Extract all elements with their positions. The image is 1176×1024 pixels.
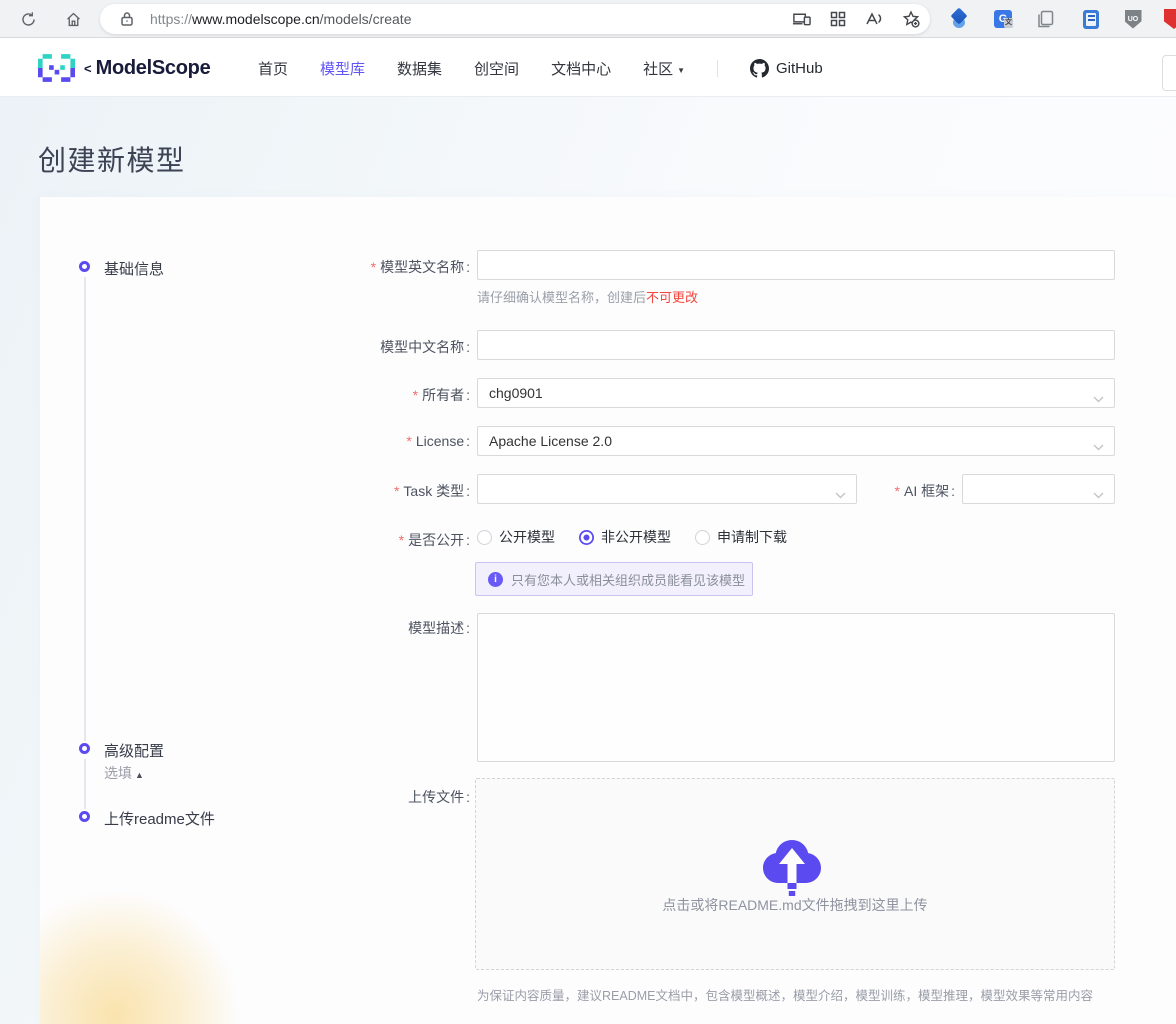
shield-extension-icon[interactable]: UO [1122,8,1144,30]
page-title: 创建新模型 [38,139,186,179]
model-name-zh-input[interactable] [477,330,1115,360]
extension-diamond-icon[interactable] [948,8,970,30]
nav-home[interactable]: 首页 [258,58,288,79]
step-upload-readme[interactable]: 上传readme文件 [104,808,215,829]
nav-divider [717,60,718,77]
license-select[interactable]: Apache License 2.0 [477,426,1115,456]
step-connector-line [84,759,86,809]
label-upload-file: 上传文件 [230,787,470,807]
decorative-blob [40,885,245,1024]
radio-request-download[interactable]: 申请制下载 [695,527,787,547]
radio-checked-icon [579,530,594,545]
chevron-down-icon [1093,486,1104,502]
step-advanced-toggle[interactable]: 选填▲ [104,763,144,783]
label-model-name-en: 模型英文名称 [230,257,470,277]
url-text: https://www.modelscope.cn/models/create [150,4,411,34]
info-icon: i [488,572,503,587]
step-connector-line [84,277,86,741]
reload-icon[interactable] [17,8,39,30]
home-icon[interactable] [62,8,84,30]
step-basic-info[interactable]: 基础信息 [104,258,164,279]
label-license: License [230,433,470,449]
chevron-down-icon [1093,438,1104,454]
lock-icon[interactable] [120,11,134,32]
nav-github[interactable]: GitHub [750,59,823,78]
red-extension-icon[interactable] [1163,8,1176,30]
nav-community[interactable]: 社区▼ [643,58,685,79]
owner-select[interactable]: chg0901 [477,378,1115,408]
chevron-down-icon [1093,390,1104,406]
radio-icon [477,530,492,545]
brand-caret: < [84,61,92,76]
label-ai-framework: AI 框架 [795,481,955,501]
browser-toolbar: https://www.modelscope.cn/models/create [0,0,1176,38]
nav-studios[interactable]: 创空间 [474,58,519,79]
step-advanced-config[interactable]: 高级配置 [104,740,164,761]
collections-icon[interactable] [827,8,849,30]
brand-name: ModelScope [96,57,211,80]
header-search-input[interactable] [1162,55,1176,91]
readme-dropzone[interactable]: 点击或将README.md文件拖拽到这里上传 [475,778,1115,970]
page-content: 创建新模型 基础信息 高级配置 选填▲ 上传readme文件 模型英文名称 请仔… [0,97,1176,1024]
nav-models[interactable]: 模型库 [320,58,365,79]
model-name-hint: 请仔细确认模型名称，创建后不可更改 [477,287,698,306]
radio-icon [695,530,710,545]
radio-private-model[interactable]: 非公开模型 [579,527,671,547]
modelscope-logo-mark [38,54,75,82]
add-favorite-icon[interactable] [900,8,922,30]
ai-framework-select[interactable] [962,474,1115,504]
model-name-en-input[interactable] [477,250,1115,280]
create-model-card: 基础信息 高级配置 选填▲ 上传readme文件 模型英文名称 请仔细确认模型名… [40,197,1176,1024]
google-translate-icon[interactable]: G文 [992,8,1014,30]
devices-icon[interactable] [790,8,812,30]
upload-note: 为保证内容质量，建议README文档中，包含模型概述，模型介绍，模型训练，模型推… [477,985,1093,1004]
github-icon [750,59,769,78]
dropzone-text: 点击或将README.md文件拖拽到这里上传 [476,895,1114,915]
copy-pages-icon[interactable] [1034,8,1056,30]
label-task-type: Task 类型 [230,481,470,501]
notes-extension-icon[interactable] [1080,8,1102,30]
read-aloud-icon[interactable] [863,8,885,30]
nav-docs[interactable]: 文档中心 [551,58,611,79]
step-bullet-basic-info [79,261,90,272]
main-nav: 首页 模型库 数据集 创空间 文档中心 社区▼ GitHub [258,39,823,97]
step-bullet-readme [79,811,90,822]
cloud-upload-icon [763,834,821,901]
address-bar[interactable]: https://www.modelscope.cn/models/create [100,4,930,34]
nav-datasets[interactable]: 数据集 [397,58,442,79]
visibility-info-note: i 只有您本人或相关组织成员能看见该模型 [475,562,753,596]
step-bullet-advanced [79,743,90,754]
label-owner: 所有者 [230,385,470,405]
model-description-textarea[interactable] [477,613,1115,762]
label-description: 模型描述 [230,618,470,638]
radio-public-model[interactable]: 公开模型 [477,527,555,547]
chevron-down-icon: ▼ [677,66,685,75]
modelscope-logo[interactable]: < ModelScope [38,39,210,97]
chevron-up-icon: ▲ [135,770,144,780]
label-visibility: 是否公开 [230,530,470,550]
site-header: < ModelScope 首页 模型库 数据集 创空间 文档中心 社区▼ Git… [0,39,1176,97]
label-model-name-zh: 模型中文名称 [230,337,470,357]
visibility-radio-group: 公开模型 非公开模型 申请制下载 [477,527,787,547]
